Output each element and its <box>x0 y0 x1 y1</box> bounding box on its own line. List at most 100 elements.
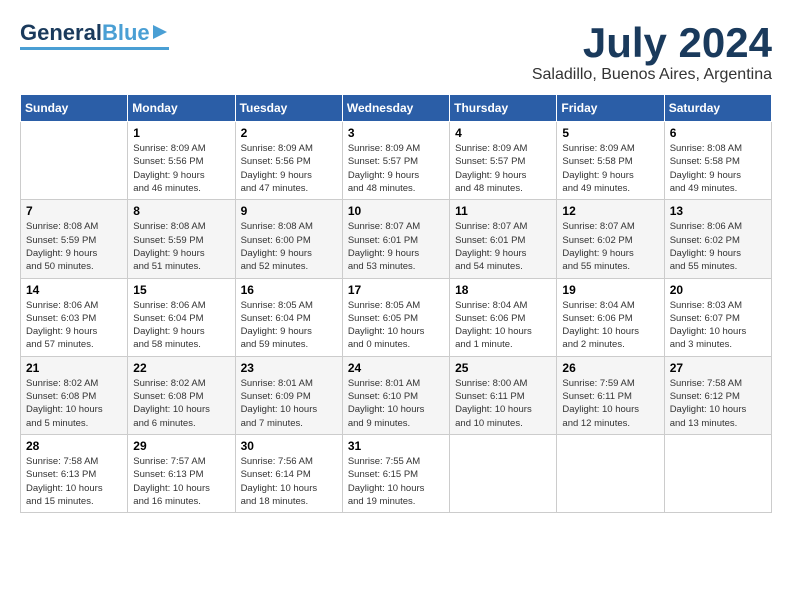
day-info: Sunrise: 8:05 AM Sunset: 6:05 PM Dayligh… <box>348 299 444 352</box>
calendar-day-cell: 30 Sunrise: 7:56 AM Sunset: 6:14 PM Dayli… <box>235 434 342 512</box>
calendar-day-cell: 28 Sunrise: 7:58 AM Sunset: 6:13 PM Dayli… <box>21 434 128 512</box>
day-number: 19 <box>562 283 658 297</box>
calendar-day-cell: 29 Sunrise: 7:57 AM Sunset: 6:13 PM Dayli… <box>128 434 235 512</box>
calendar-day-cell: 24Sunrise: 8:01 AM Sunset: 6:10 PM Dayli… <box>342 356 449 434</box>
calendar-day-cell <box>21 122 128 200</box>
day-number: 17 <box>348 283 444 297</box>
calendar-day-cell: 25 Sunrise: 8:00 AM Sunset: 6:11 PM Dayli… <box>450 356 557 434</box>
day-info: Sunrise: 8:08 AM Sunset: 5:58 PM Dayligh… <box>670 142 766 195</box>
day-info: Sunrise: 8:02 AM Sunset: 6:08 PM Dayligh… <box>133 377 229 430</box>
day-number: 4 <box>455 126 551 140</box>
day-number: 5 <box>562 126 658 140</box>
calendar-day-cell <box>557 434 664 512</box>
calendar-day-cell: 1Sunrise: 8:09 AM Sunset: 5:56 PM Daylig… <box>128 122 235 200</box>
day-number: 20 <box>670 283 766 297</box>
day-info: Sunrise: 8:06 AM Sunset: 6:03 PM Dayligh… <box>26 299 122 352</box>
title-block: July 2024 Saladillo, Buenos Aires, Argen… <box>532 20 772 84</box>
calendar-day-cell: 27Sunrise: 7:58 AM Sunset: 6:12 PM Dayli… <box>664 356 771 434</box>
day-number: 11 <box>455 204 551 218</box>
calendar-day-cell: 13 Sunrise: 8:06 AM Sunset: 6:02 PM Dayli… <box>664 200 771 278</box>
logo: General Blue <box>20 20 169 50</box>
day-number: 10 <box>348 204 444 218</box>
day-info: Sunrise: 8:01 AM Sunset: 6:09 PM Dayligh… <box>241 377 337 430</box>
day-number: 25 <box>455 361 551 375</box>
day-info: Sunrise: 8:06 AM Sunset: 6:02 PM Dayligh… <box>670 220 766 273</box>
day-number: 1 <box>133 126 229 140</box>
day-number: 31 <box>348 439 444 453</box>
calendar-week-row: 1 Sunrise: 8:09 AM Sunset: 5:56 PM Daylig… <box>21 122 772 200</box>
day-number: 18 <box>455 283 551 297</box>
day-info: Sunrise: 8:07 AM Sunset: 6:01 PM Dayligh… <box>455 220 551 273</box>
day-number: 27 <box>670 361 766 375</box>
day-info: Sunrise: 7:55 AM Sunset: 6:15 PM Dayligh… <box>348 455 444 508</box>
day-number: 13 <box>670 204 766 218</box>
weekday-header-cell: Wednesday <box>342 95 449 122</box>
day-info: Sunrise: 8:08 AM Sunset: 6:00 PM Dayligh… <box>241 220 337 273</box>
calendar-day-cell: 14 Sunrise: 8:06 AM Sunset: 6:03 PM Dayli… <box>21 278 128 356</box>
day-info: Sunrise: 7:57 AM Sunset: 6:13 PM Dayligh… <box>133 455 229 508</box>
calendar-day-cell: 16Sunrise: 8:05 AM Sunset: 6:04 PM Dayli… <box>235 278 342 356</box>
logo-blue: Blue <box>102 20 150 46</box>
day-info: Sunrise: 8:06 AM Sunset: 6:04 PM Dayligh… <box>133 299 229 352</box>
calendar-day-cell: 2 Sunrise: 8:09 AM Sunset: 5:56 PM Daylig… <box>235 122 342 200</box>
calendar-day-cell: 17 Sunrise: 8:05 AM Sunset: 6:05 PM Dayli… <box>342 278 449 356</box>
calendar-day-cell: 10 Sunrise: 8:07 AM Sunset: 6:01 PM Dayli… <box>342 200 449 278</box>
day-number: 7 <box>26 204 122 218</box>
day-number: 23 <box>241 361 337 375</box>
day-number: 28 <box>26 439 122 453</box>
weekday-header-cell: Saturday <box>664 95 771 122</box>
calendar-day-cell <box>450 434 557 512</box>
day-number: 3 <box>348 126 444 140</box>
day-info: Sunrise: 8:07 AM Sunset: 6:01 PM Dayligh… <box>348 220 444 273</box>
day-number: 30 <box>241 439 337 453</box>
day-info: Sunrise: 8:00 AM Sunset: 6:11 PM Dayligh… <box>455 377 551 430</box>
calendar-day-cell: 8Sunrise: 8:08 AM Sunset: 5:59 PM Daylig… <box>128 200 235 278</box>
calendar-day-cell: 26 Sunrise: 7:59 AM Sunset: 6:11 PM Dayli… <box>557 356 664 434</box>
day-info: Sunrise: 7:56 AM Sunset: 6:14 PM Dayligh… <box>241 455 337 508</box>
calendar-week-row: 14 Sunrise: 8:06 AM Sunset: 6:03 PM Dayli… <box>21 278 772 356</box>
calendar-day-cell: 19 Sunrise: 8:04 AM Sunset: 6:06 PM Dayli… <box>557 278 664 356</box>
month-year-title: July 2024 <box>532 20 772 66</box>
logo-icon <box>153 23 169 39</box>
day-number: 21 <box>26 361 122 375</box>
day-info: Sunrise: 8:03 AM Sunset: 6:07 PM Dayligh… <box>670 299 766 352</box>
day-number: 15 <box>133 283 229 297</box>
day-number: 14 <box>26 283 122 297</box>
day-number: 22 <box>133 361 229 375</box>
calendar-day-cell: 18 Sunrise: 8:04 AM Sunset: 6:06 PM Dayli… <box>450 278 557 356</box>
day-info: Sunrise: 8:04 AM Sunset: 6:06 PM Dayligh… <box>562 299 658 352</box>
day-info: Sunrise: 7:58 AM Sunset: 6:13 PM Dayligh… <box>26 455 122 508</box>
calendar-day-cell: 6 Sunrise: 8:08 AM Sunset: 5:58 PM Daylig… <box>664 122 771 200</box>
day-info: Sunrise: 8:08 AM Sunset: 5:59 PM Dayligh… <box>26 220 122 273</box>
day-info: Sunrise: 8:08 AM Sunset: 5:59 PM Dayligh… <box>133 220 229 273</box>
day-number: 6 <box>670 126 766 140</box>
location-subtitle: Saladillo, Buenos Aires, Argentina <box>532 66 772 84</box>
day-info: Sunrise: 7:59 AM Sunset: 6:11 PM Dayligh… <box>562 377 658 430</box>
day-number: 2 <box>241 126 337 140</box>
day-info: Sunrise: 8:09 AM Sunset: 5:56 PM Dayligh… <box>241 142 337 195</box>
logo-general: General <box>20 20 102 46</box>
calendar-day-cell: 3Sunrise: 8:09 AM Sunset: 5:57 PM Daylig… <box>342 122 449 200</box>
calendar-day-cell: 23 Sunrise: 8:01 AM Sunset: 6:09 PM Dayli… <box>235 356 342 434</box>
day-info: Sunrise: 8:09 AM Sunset: 5:57 PM Dayligh… <box>455 142 551 195</box>
calendar-week-row: 7 Sunrise: 8:08 AM Sunset: 5:59 PM Daylig… <box>21 200 772 278</box>
day-number: 9 <box>241 204 337 218</box>
calendar-table: SundayMondayTuesdayWednesdayThursdayFrid… <box>20 94 772 513</box>
calendar-day-cell: 31 Sunrise: 7:55 AM Sunset: 6:15 PM Dayli… <box>342 434 449 512</box>
weekday-header-cell: Monday <box>128 95 235 122</box>
calendar-week-row: 28 Sunrise: 7:58 AM Sunset: 6:13 PM Dayli… <box>21 434 772 512</box>
calendar-day-cell: 11 Sunrise: 8:07 AM Sunset: 6:01 PM Dayli… <box>450 200 557 278</box>
calendar-day-cell: 4 Sunrise: 8:09 AM Sunset: 5:57 PM Daylig… <box>450 122 557 200</box>
day-number: 29 <box>133 439 229 453</box>
weekday-header-cell: Friday <box>557 95 664 122</box>
day-info: Sunrise: 8:05 AM Sunset: 6:04 PM Dayligh… <box>241 299 337 352</box>
calendar-day-cell <box>664 434 771 512</box>
calendar-day-cell: 20 Sunrise: 8:03 AM Sunset: 6:07 PM Dayli… <box>664 278 771 356</box>
calendar-day-cell: 21Sunrise: 8:02 AM Sunset: 6:08 PM Dayli… <box>21 356 128 434</box>
day-number: 26 <box>562 361 658 375</box>
weekday-header-cell: Thursday <box>450 95 557 122</box>
weekday-header-cell: Tuesday <box>235 95 342 122</box>
day-info: Sunrise: 8:04 AM Sunset: 6:06 PM Dayligh… <box>455 299 551 352</box>
calendar-body: 1 Sunrise: 8:09 AM Sunset: 5:56 PM Daylig… <box>21 122 772 513</box>
weekday-header-row: SundayMondayTuesdayWednesdayThursdayFrid… <box>21 95 772 122</box>
